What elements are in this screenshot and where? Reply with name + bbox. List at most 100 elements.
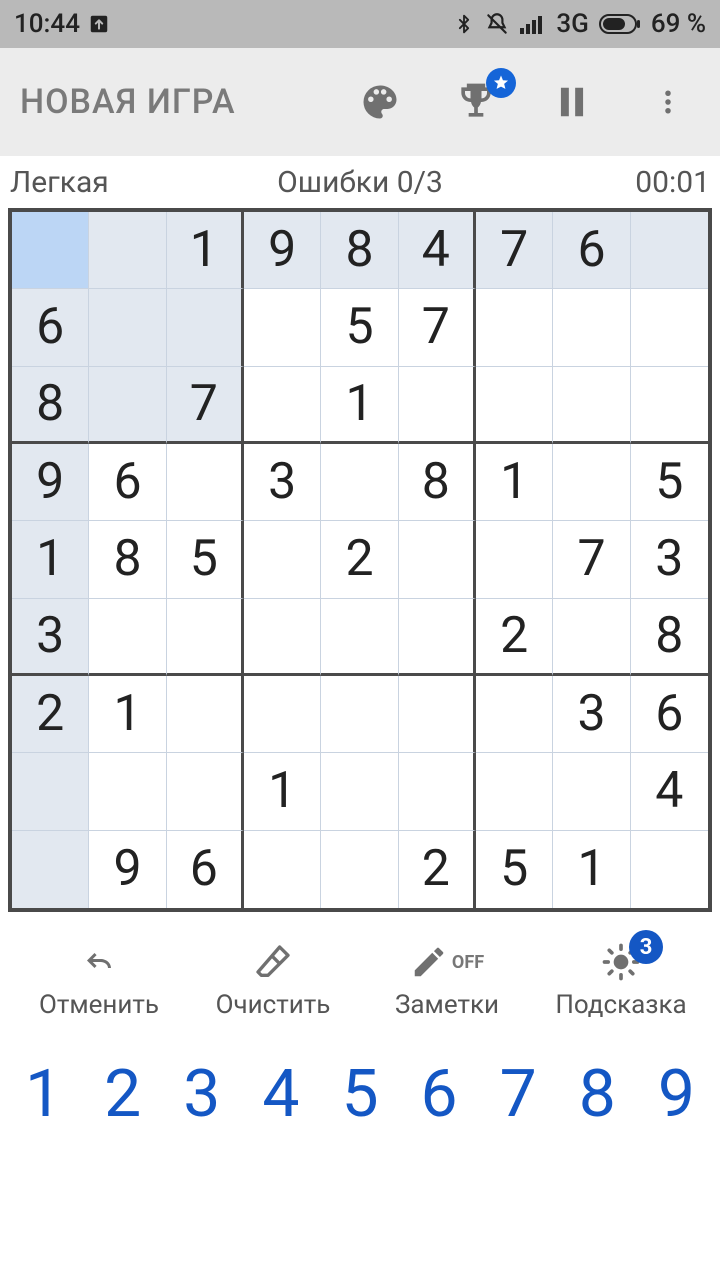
sudoku-cell[interactable]: 5 [476, 831, 553, 908]
new-game-button[interactable]: НОВАЯ ИГРА [20, 82, 354, 122]
sudoku-cell[interactable] [399, 367, 476, 444]
undo-button[interactable]: Отменить [12, 940, 186, 1020]
sudoku-cell[interactable]: 8 [631, 599, 708, 676]
sudoku-cell[interactable] [89, 367, 166, 444]
sudoku-cell[interactable]: 6 [631, 676, 708, 753]
sudoku-cell[interactable] [12, 831, 89, 908]
sudoku-cell[interactable] [553, 367, 630, 444]
sudoku-cell[interactable] [321, 676, 398, 753]
sudoku-cell[interactable]: 1 [553, 831, 630, 908]
numpad-8[interactable]: 8 [558, 1056, 637, 1133]
sudoku-cell[interactable]: 5 [631, 444, 708, 521]
sudoku-cell[interactable] [167, 753, 244, 830]
sudoku-cell[interactable]: 5 [321, 289, 398, 366]
sudoku-cell[interactable]: 8 [12, 367, 89, 444]
sudoku-cell[interactable] [553, 599, 630, 676]
sudoku-cell[interactable] [244, 367, 321, 444]
sudoku-cell[interactable] [89, 212, 166, 289]
numpad-9[interactable]: 9 [637, 1056, 716, 1133]
pause-button[interactable] [546, 80, 598, 124]
sudoku-cell[interactable]: 1 [321, 367, 398, 444]
sudoku-cell[interactable]: 9 [89, 831, 166, 908]
sudoku-cell[interactable] [631, 212, 708, 289]
overflow-menu-button[interactable] [642, 80, 694, 124]
numpad-3[interactable]: 3 [162, 1056, 241, 1133]
sudoku-cell[interactable] [12, 212, 89, 289]
sudoku-cell[interactable] [167, 289, 244, 366]
sudoku-cell[interactable]: 5 [167, 521, 244, 598]
sudoku-cell[interactable]: 3 [553, 676, 630, 753]
numpad-2[interactable]: 2 [83, 1056, 162, 1133]
sudoku-cell[interactable] [631, 831, 708, 908]
numpad-5[interactable]: 5 [320, 1056, 399, 1133]
achievements-button[interactable] [450, 80, 502, 124]
erase-button[interactable]: Очистить [186, 940, 360, 1020]
sudoku-cell[interactable]: 6 [553, 212, 630, 289]
sudoku-cell[interactable] [321, 831, 398, 908]
sudoku-cell[interactable] [244, 676, 321, 753]
sudoku-cell[interactable]: 1 [476, 444, 553, 521]
sudoku-cell[interactable] [399, 753, 476, 830]
sudoku-cell[interactable]: 4 [399, 212, 476, 289]
sudoku-cell[interactable]: 8 [89, 521, 166, 598]
sudoku-cell[interactable]: 3 [12, 599, 89, 676]
sudoku-cell[interactable] [476, 753, 553, 830]
sudoku-cell[interactable] [12, 753, 89, 830]
sudoku-cell[interactable]: 4 [631, 753, 708, 830]
sudoku-cell[interactable]: 9 [244, 212, 321, 289]
sudoku-cell[interactable]: 2 [476, 599, 553, 676]
sudoku-cell[interactable]: 8 [399, 444, 476, 521]
sudoku-cell[interactable] [631, 289, 708, 366]
sudoku-cell[interactable]: 6 [89, 444, 166, 521]
sudoku-cell[interactable] [476, 367, 553, 444]
sudoku-cell[interactable] [89, 753, 166, 830]
sudoku-cell[interactable]: 9 [12, 444, 89, 521]
sudoku-cell[interactable] [89, 599, 166, 676]
sudoku-cell[interactable]: 1 [89, 676, 166, 753]
sudoku-cell[interactable]: 1 [167, 212, 244, 289]
notes-label: Заметки [395, 990, 499, 1020]
numpad-1[interactable]: 1 [4, 1056, 83, 1133]
numpad-6[interactable]: 6 [400, 1056, 479, 1133]
sudoku-cell[interactable] [167, 444, 244, 521]
sudoku-cell[interactable]: 3 [244, 444, 321, 521]
sudoku-cell[interactable] [476, 289, 553, 366]
sudoku-cell[interactable] [399, 599, 476, 676]
sudoku-cell[interactable] [167, 599, 244, 676]
sudoku-cell[interactable]: 6 [167, 831, 244, 908]
numpad-4[interactable]: 4 [241, 1056, 320, 1133]
sudoku-cell[interactable]: 7 [476, 212, 553, 289]
sudoku-cell[interactable]: 1 [244, 753, 321, 830]
sudoku-cell[interactable]: 3 [631, 521, 708, 598]
sudoku-cell[interactable] [476, 676, 553, 753]
sudoku-cell[interactable] [553, 444, 630, 521]
sudoku-cell[interactable]: 6 [12, 289, 89, 366]
sudoku-cell[interactable]: 7 [553, 521, 630, 598]
notes-button[interactable]: OFF Заметки [360, 940, 534, 1020]
numpad-7[interactable]: 7 [479, 1056, 558, 1133]
sudoku-cell[interactable] [321, 444, 398, 521]
sudoku-cell[interactable]: 2 [321, 521, 398, 598]
hint-button[interactable]: 3 Подсказка [534, 940, 708, 1020]
sudoku-cell[interactable]: 7 [399, 289, 476, 366]
sudoku-cell[interactable]: 8 [321, 212, 398, 289]
sudoku-cell[interactable] [321, 599, 398, 676]
sudoku-cell[interactable]: 2 [399, 831, 476, 908]
sudoku-cell[interactable] [244, 599, 321, 676]
sudoku-cell[interactable] [244, 831, 321, 908]
sudoku-cell[interactable] [167, 676, 244, 753]
sudoku-cell[interactable] [399, 521, 476, 598]
sudoku-cell[interactable] [321, 753, 398, 830]
sudoku-cell[interactable]: 1 [12, 521, 89, 598]
sudoku-cell[interactable]: 2 [12, 676, 89, 753]
sudoku-cell[interactable] [476, 521, 553, 598]
sudoku-cell[interactable] [631, 367, 708, 444]
sudoku-cell[interactable]: 7 [167, 367, 244, 444]
sudoku-cell[interactable] [399, 676, 476, 753]
sudoku-cell[interactable] [553, 753, 630, 830]
sudoku-cell[interactable] [244, 521, 321, 598]
sudoku-cell[interactable] [553, 289, 630, 366]
sudoku-cell[interactable] [89, 289, 166, 366]
theme-button[interactable] [354, 80, 406, 124]
sudoku-cell[interactable] [244, 289, 321, 366]
